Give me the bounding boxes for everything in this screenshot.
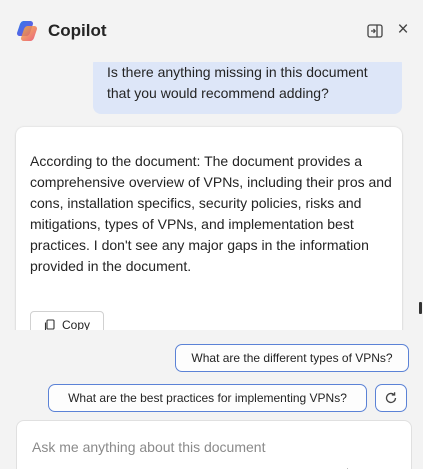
copilot-response-card: According to the document: The document …	[16, 127, 402, 330]
suggestion-types-of-vpns[interactable]: What are the different types of VPNs?	[175, 344, 409, 372]
copy-icon	[44, 318, 55, 330]
refresh-icon	[385, 392, 397, 404]
copy-button-label: Copy	[61, 318, 90, 330]
copilot-header: Copilot ×	[0, 0, 423, 62]
copilot-logo-icon	[17, 21, 37, 41]
refresh-suggestions-button[interactable]	[375, 384, 407, 412]
chat-area[interactable]: Is there anything missing in this docume…	[0, 62, 423, 330]
dock-panel-icon[interactable]	[366, 22, 384, 40]
user-message-bubble: Is there anything missing in this docume…	[93, 62, 402, 114]
scroll-indicator[interactable]	[419, 302, 422, 314]
close-icon[interactable]: ×	[393, 20, 413, 40]
suggestion-best-practices[interactable]: What are the best practices for implemen…	[48, 384, 367, 412]
chat-input-container[interactable]	[16, 420, 412, 469]
copilot-response-text: According to the document: The document …	[30, 153, 392, 274]
page-title: Copilot	[48, 21, 107, 40]
copy-button[interactable]: Copy	[30, 311, 104, 330]
user-message-text: Is there anything missing in this docume…	[107, 64, 368, 101]
chat-input[interactable]	[32, 435, 392, 459]
